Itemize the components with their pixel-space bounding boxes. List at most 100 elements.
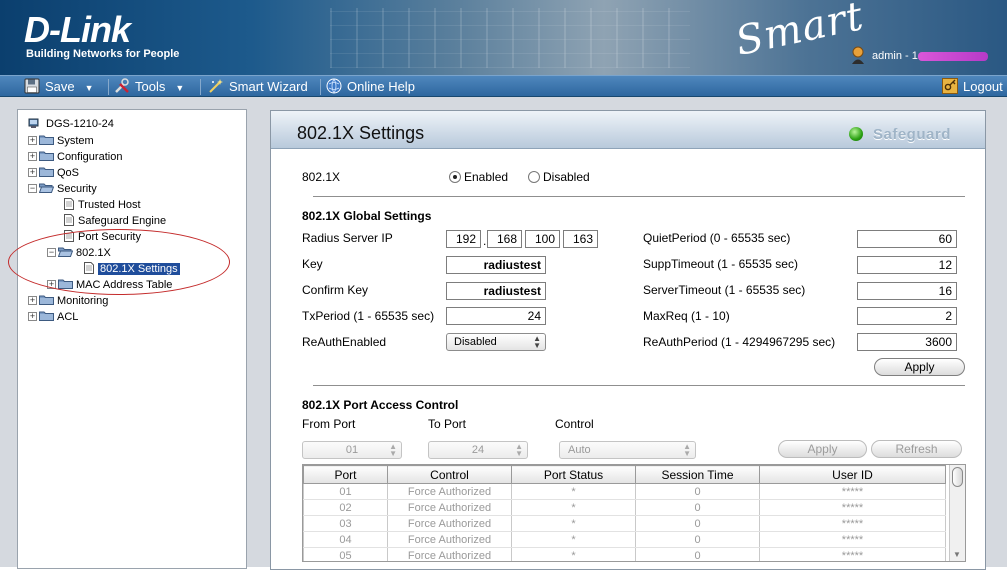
control-select[interactable]: Auto ▲ ▼	[559, 441, 696, 459]
table-row[interactable]: 02 Force Authorized * 0 *****	[303, 499, 946, 516]
tree-item-label: System	[57, 135, 94, 147]
tree-item-security[interactable]: − Security	[28, 182, 97, 196]
expand-icon[interactable]: +	[28, 136, 37, 145]
radius-ip-octet-1[interactable]: 192	[446, 230, 481, 248]
txperiod-input[interactable]: 24	[446, 307, 546, 325]
tree-item-configuration[interactable]: + Configuration	[28, 150, 122, 164]
expand-icon[interactable]: +	[28, 296, 37, 305]
smart-wizard-label: Smart Wizard	[229, 79, 308, 94]
tree-item-label: Port Security	[78, 231, 141, 243]
table-row[interactable]: 05 Force Authorized * 0 *****	[303, 547, 946, 561]
server-timeout-label: ServerTimeout (1 - 65535 sec)	[643, 283, 806, 297]
from-port-label: From Port	[302, 417, 356, 431]
tree-item-802-1x[interactable]: − 802.1X	[47, 246, 111, 260]
table-row[interactable]: 03 Force Authorized * 0 *****	[303, 515, 946, 532]
toolbar-divider	[200, 79, 201, 95]
enabled-radio[interactable]	[449, 171, 461, 183]
cell-port: 01	[303, 483, 388, 500]
folder-icon	[58, 279, 73, 289]
server-timeout-input[interactable]: 16	[857, 282, 957, 300]
disabled-radio[interactable]	[528, 171, 540, 183]
expand-icon[interactable]: +	[28, 168, 37, 177]
folder-icon	[39, 311, 54, 321]
reauth-enabled-select[interactable]: Disabled ▲ ▼	[446, 333, 546, 351]
column-header-port[interactable]: Port	[303, 465, 388, 484]
table-scrollbar[interactable]: ▼	[949, 465, 965, 561]
tree-item-label: ACL	[57, 311, 79, 323]
cell-port-status: *	[511, 515, 636, 532]
folder-open-icon	[39, 183, 54, 193]
key-label: Key	[302, 257, 323, 271]
toolbar-divider	[320, 79, 321, 95]
port-access-heading: 802.1X Port Access Control	[302, 398, 459, 412]
to-port-select[interactable]: 24 ▲ ▼	[428, 441, 528, 459]
expand-icon[interactable]: +	[28, 152, 37, 161]
tools-menu[interactable]: Tools ▼	[114, 78, 184, 96]
tree-item-monitoring[interactable]: + Monitoring	[28, 294, 108, 308]
from-port-select[interactable]: 01 ▲ ▼	[302, 441, 402, 459]
navigation-tree: DGS-1210-24 + System + Configuration + QoS …	[17, 109, 247, 569]
column-header-port-status[interactable]: Port Status	[511, 465, 636, 484]
tree-item-safeguard-engine[interactable]: Safeguard Engine	[64, 214, 166, 228]
enabled-radio-label: Enabled	[464, 170, 509, 184]
radius-ip-octet-4[interactable]: 163	[563, 230, 598, 248]
tree-root-label: DGS-1210-24	[46, 118, 114, 130]
online-help-label: Online Help	[347, 79, 415, 94]
cell-control: Force Authorized	[387, 515, 512, 532]
panel-header: 802.1X Settings Safeguard	[271, 111, 985, 149]
refresh-button[interactable]: Refresh	[871, 440, 962, 458]
column-header-session-time[interactable]: Session Time	[635, 465, 760, 484]
save-menu[interactable]: Save ▼	[24, 78, 94, 96]
folder-open-icon	[58, 247, 73, 257]
global-apply-button[interactable]: Apply	[874, 358, 965, 376]
scroll-down-icon[interactable]: ▼	[953, 550, 961, 559]
user-info: admin - 1	[872, 50, 988, 62]
expand-icon[interactable]: +	[47, 280, 56, 289]
radius-ip-octet-3[interactable]: 100	[525, 230, 560, 248]
reauth-enabled-label: ReAuthEnabled	[302, 335, 387, 349]
cell-session-time: 0	[635, 499, 760, 516]
cell-port-status: *	[511, 499, 636, 516]
tree-item-acl[interactable]: + ACL	[28, 310, 78, 324]
column-header-user-id[interactable]: User ID	[759, 465, 946, 484]
cell-port-status: *	[511, 531, 636, 548]
collapse-icon[interactable]: −	[28, 184, 37, 193]
select-arrows-icon: ▲ ▼	[389, 442, 397, 458]
tree-root[interactable]: DGS-1210-24	[28, 117, 114, 131]
key-input[interactable]: radiustest	[446, 256, 546, 274]
smart-wizard-button[interactable]: Smart Wizard	[208, 78, 308, 96]
global-settings-heading: 802.1X Global Settings	[302, 209, 432, 223]
tree-item-label: Configuration	[57, 151, 123, 163]
confirm-key-input[interactable]: radiustest	[446, 282, 546, 300]
cell-session-time: 0	[635, 531, 760, 548]
brand-tagline: Building Networks for People	[26, 48, 180, 60]
toolbar-divider	[108, 79, 109, 95]
port-apply-button[interactable]: Apply	[778, 440, 867, 458]
table-row[interactable]: 01 Force Authorized * 0 *****	[303, 483, 946, 500]
tree-item-mac-address-table[interactable]: + MAC Address Table	[47, 278, 172, 292]
logout-button[interactable]: Logout	[942, 78, 1003, 96]
tree-item-port-security[interactable]: Port Security	[64, 230, 141, 244]
reauth-period-input[interactable]: 3600	[857, 333, 957, 351]
tree-item-system[interactable]: + System	[28, 134, 94, 148]
tree-item-trusted-host[interactable]: Trusted Host	[64, 198, 141, 212]
tree-item-802-1x-settings[interactable]: 802.1X Settings	[84, 262, 180, 276]
scrollbar-thumb[interactable]	[952, 467, 963, 487]
radius-ip-octet-2[interactable]: 168	[487, 230, 522, 248]
reauth-period-label: ReAuthPeriod (1 - 4294967295 sec)	[643, 335, 836, 349]
select-arrows-icon: ▲ ▼	[533, 334, 541, 350]
collapse-icon[interactable]: −	[47, 248, 56, 257]
cell-port: 04	[303, 531, 388, 548]
to-port-label: To Port	[428, 417, 467, 431]
online-help-button[interactable]: Online Help	[326, 78, 415, 96]
state-label: 802.1X	[302, 170, 341, 184]
supp-timeout-input[interactable]: 12	[857, 256, 957, 274]
tree-item-qos[interactable]: + QoS	[28, 166, 79, 180]
quiet-period-input[interactable]: 60	[857, 230, 957, 248]
expand-icon[interactable]: +	[28, 312, 37, 321]
table-row[interactable]: 04 Force Authorized * 0 *****	[303, 531, 946, 548]
masked-address	[917, 51, 988, 61]
column-header-control[interactable]: Control	[387, 465, 512, 484]
max-req-input[interactable]: 2	[857, 307, 957, 325]
key-icon	[942, 78, 958, 94]
